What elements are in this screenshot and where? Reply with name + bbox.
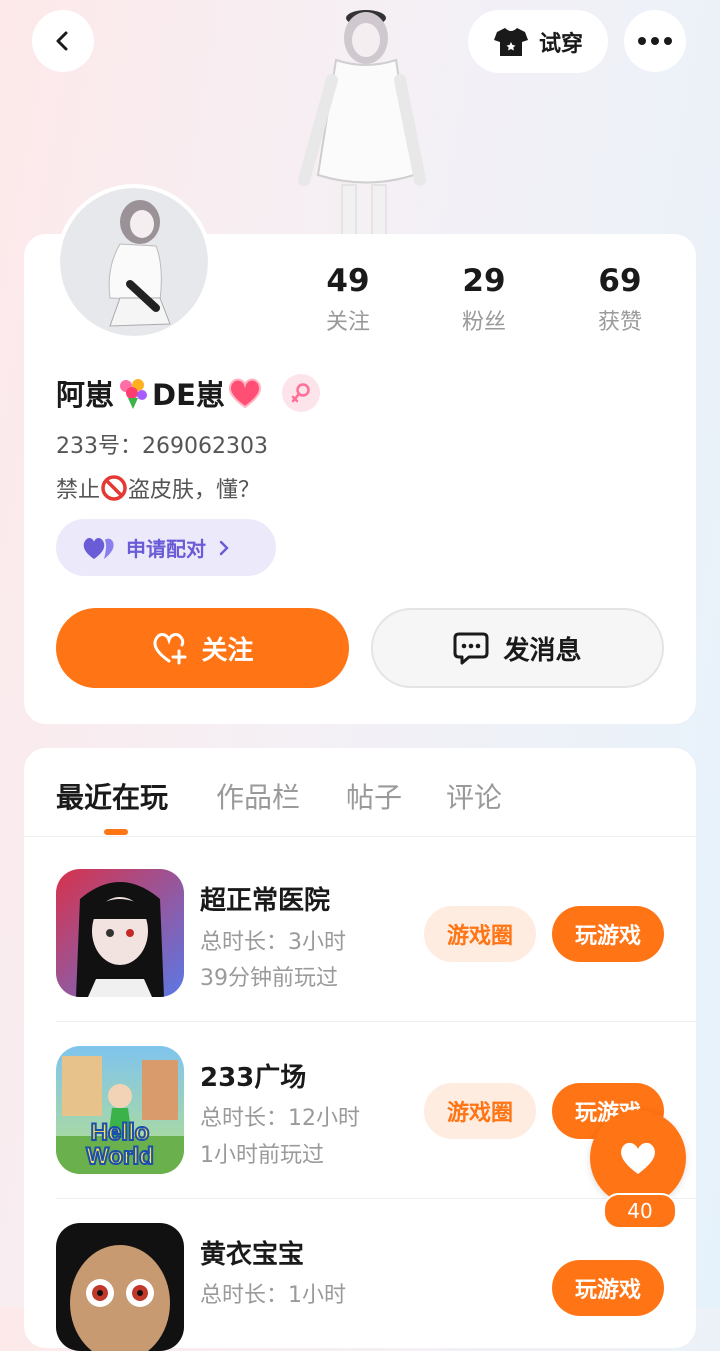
- bouquet-icon: [120, 379, 148, 409]
- send-message-button[interactable]: 发消息: [371, 608, 664, 688]
- likes-count: 69: [598, 263, 642, 299]
- tabs-divider: [24, 836, 696, 837]
- game-duration: 总时长：12小时: [200, 1106, 360, 1131]
- game-circle-button[interactable]: 游戏圈: [424, 1083, 536, 1139]
- likes-label: 获赞: [597, 310, 642, 335]
- game-duration: 总时长：3小时: [200, 930, 346, 955]
- more-dots-icon: [638, 37, 672, 45]
- heart-icon: [228, 378, 261, 409]
- request-pair-button[interactable]: 申请配对: [56, 519, 276, 576]
- game-title: 超正常医院: [200, 886, 331, 916]
- row-divider: [56, 1198, 696, 1199]
- female-gender-icon: [282, 374, 320, 412]
- game-title: 233广场: [200, 1063, 307, 1093]
- user-id: 233号：269062303: [56, 434, 268, 459]
- hello-world-logo-text1: Hello: [91, 1119, 150, 1146]
- username-part2: DE崽: [152, 378, 225, 412]
- hello-world-logo-text2: World: [86, 1143, 154, 1170]
- stat-likes[interactable]: 69 获赞: [560, 262, 680, 336]
- heart-icon: [621, 1142, 655, 1174]
- heart-plus-icon: [153, 633, 187, 665]
- bio-prefix: 禁止: [56, 478, 101, 503]
- play-game-button[interactable]: 玩游戏: [552, 1260, 664, 1316]
- avatar[interactable]: [56, 184, 212, 340]
- tab-comments[interactable]: 评论: [446, 776, 502, 816]
- play-game-button[interactable]: 玩游戏: [552, 906, 664, 962]
- stat-following[interactable]: 49 关注: [288, 262, 408, 336]
- tab-recent-played[interactable]: 最近在玩: [56, 776, 168, 816]
- avatar-3d-figure: [296, 0, 426, 237]
- tshirt-icon: [493, 27, 528, 56]
- more-button[interactable]: [624, 10, 686, 72]
- chevron-left-icon: [56, 31, 68, 51]
- pair-hearts-icon: [83, 537, 114, 559]
- game-icon[interactable]: [56, 1223, 184, 1351]
- username-part1: 阿崽: [56, 378, 115, 412]
- like-floating-button[interactable]: [590, 1110, 686, 1206]
- tab-posts[interactable]: 帖子: [346, 776, 402, 816]
- following-label: 关注: [325, 310, 370, 335]
- bio: 禁止 盗皮肤，懂？: [56, 472, 260, 504]
- like-count-badge: 40: [603, 1193, 677, 1229]
- chevron-right-icon: [219, 540, 229, 555]
- stat-fans[interactable]: 29 粉丝: [424, 262, 544, 336]
- try-on-label: 试穿: [538, 31, 583, 57]
- game-duration: 总时长：1小时: [200, 1283, 346, 1308]
- follow-button[interactable]: 关注: [56, 608, 349, 688]
- game-last-played: 1小时前玩过: [200, 1143, 324, 1168]
- game-title: 黄衣宝宝: [200, 1240, 305, 1270]
- fans-count: 29: [462, 263, 506, 299]
- fans-label: 粉丝: [461, 310, 506, 335]
- chat-bubble-icon: [453, 632, 489, 665]
- game-circle-button[interactable]: 游戏圈: [424, 906, 536, 962]
- tab-indicator: [104, 829, 128, 835]
- game-icon[interactable]: Hello World: [56, 1046, 184, 1174]
- following-count: 49: [326, 263, 370, 299]
- username: 阿崽 DE崽: [56, 372, 263, 414]
- pair-label: 申请配对: [126, 537, 206, 561]
- back-button[interactable]: [32, 10, 94, 72]
- bio-suffix: 盗皮肤，懂？: [128, 478, 261, 503]
- game-last-played: 39分钟前玩过: [200, 966, 338, 991]
- game-icon[interactable]: [56, 869, 184, 997]
- row-divider: [56, 1021, 696, 1022]
- message-label: 发消息: [503, 635, 582, 666]
- prohibited-icon: [101, 475, 127, 501]
- tab-works[interactable]: 作品栏: [216, 776, 300, 816]
- try-on-button[interactable]: 试穿: [468, 10, 608, 73]
- follow-label: 关注: [201, 635, 254, 666]
